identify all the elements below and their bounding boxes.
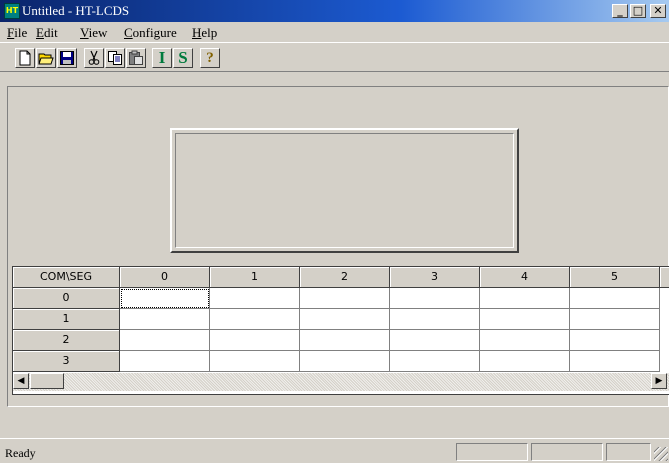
copy-icon (108, 51, 122, 65)
row-header[interactable]: 1 (13, 309, 120, 330)
minimize-button[interactable]: _ (612, 4, 628, 18)
column-header[interactable]: 0 (120, 267, 210, 288)
grid-cell[interactable] (480, 309, 570, 330)
grid-cell[interactable] (390, 309, 480, 330)
minimize-icon: _ (617, 4, 623, 17)
menu-edit[interactable]: Edit (36, 25, 58, 41)
grid-cell[interactable] (570, 288, 660, 309)
grid-cell[interactable] (480, 288, 570, 309)
scissors-icon (88, 50, 100, 65)
grid-cell[interactable] (300, 288, 390, 309)
scroll-thumb[interactable] (30, 373, 64, 389)
grid-cell[interactable] (570, 330, 660, 351)
grid-cell[interactable] (390, 330, 480, 351)
grid-cell[interactable] (480, 351, 570, 372)
status-pane (456, 443, 528, 461)
help-question-icon: ? (206, 50, 214, 66)
grid-cell[interactable] (570, 351, 660, 372)
grid-cell[interactable] (570, 309, 660, 330)
column-header[interactable]: 3 (390, 267, 480, 288)
grid-cell[interactable] (300, 330, 390, 351)
floppy-disk-icon (60, 51, 74, 65)
new-file-button[interactable] (15, 48, 35, 68)
grid-cell[interactable] (210, 351, 300, 372)
scroll-left-button[interactable]: ◀ (13, 373, 29, 389)
scroll-right-button[interactable]: ▶ (651, 373, 667, 389)
s-tool-label: S (178, 48, 188, 67)
close-icon: ✕ (653, 4, 663, 17)
menu-file[interactable]: File (7, 25, 27, 41)
grid-cell[interactable] (120, 330, 210, 351)
row-header[interactable]: 3 (13, 351, 120, 372)
resize-grip-icon[interactable] (654, 447, 668, 461)
lcd-preview-inner (175, 133, 514, 248)
open-folder-icon (38, 53, 54, 65)
lcd-preview (170, 128, 519, 253)
horizontal-scrollbar[interactable]: ◀ ▶ (13, 373, 669, 391)
column-header-partial[interactable] (660, 267, 669, 288)
s-tool-button[interactable]: S (173, 48, 193, 68)
save-file-button[interactable] (57, 48, 77, 68)
menu-help[interactable]: Help (192, 25, 217, 41)
status-text: Ready (5, 446, 36, 460)
grid-cell[interactable] (120, 309, 210, 330)
grid-cell[interactable] (300, 309, 390, 330)
close-button[interactable]: ✕ (650, 4, 666, 18)
scroll-right-icon: ▶ (655, 376, 663, 386)
window-title: Untitled - HT-LCDS (22, 3, 130, 18)
grid-cell[interactable] (390, 288, 480, 309)
help-button[interactable]: ? (200, 48, 220, 68)
menu-bar: File Edit View Configure Help (0, 22, 669, 42)
grid-cell[interactable] (390, 351, 480, 372)
grid-corner-header: COM\SEG (13, 267, 120, 288)
grid-cell[interactable] (480, 330, 570, 351)
app-icon: HT (4, 3, 20, 19)
new-document-icon (19, 50, 31, 66)
toolbar: I S ? (0, 42, 669, 72)
status-pane (531, 443, 603, 461)
status-bar: Ready (0, 438, 669, 463)
title-bar[interactable]: HT Untitled - HT-LCDS _ □ ✕ (0, 0, 669, 22)
cut-button[interactable] (84, 48, 104, 68)
grid-cell[interactable] (120, 288, 210, 309)
open-file-button[interactable] (36, 48, 56, 68)
paste-button[interactable] (126, 48, 146, 68)
i-tool-label: I (158, 48, 166, 67)
maximize-button[interactable]: □ (630, 4, 646, 18)
grid-cell[interactable] (210, 330, 300, 351)
status-pane (606, 443, 651, 461)
row-header[interactable]: 0 (13, 288, 120, 309)
grid-cell[interactable] (300, 351, 390, 372)
menu-view[interactable]: View (80, 25, 107, 41)
column-header[interactable]: 5 (570, 267, 660, 288)
i-tool-button[interactable]: I (152, 48, 172, 68)
maximize-icon: □ (632, 4, 644, 17)
column-header[interactable]: 1 (210, 267, 300, 288)
copy-button[interactable] (105, 48, 125, 68)
menu-configure[interactable]: Configure (124, 25, 177, 41)
grid-cell[interactable] (210, 309, 300, 330)
com-seg-grid: COM\SEG 0 1 2 3 4 5 0 1 2 3 ◀ ▶ (12, 266, 669, 395)
grid-cell[interactable] (120, 351, 210, 372)
row-header[interactable]: 2 (13, 330, 120, 351)
column-header[interactable]: 4 (480, 267, 570, 288)
scroll-left-icon: ◀ (17, 376, 25, 386)
column-header[interactable]: 2 (300, 267, 390, 288)
grid-cell[interactable] (210, 288, 300, 309)
paste-icon (129, 50, 143, 65)
